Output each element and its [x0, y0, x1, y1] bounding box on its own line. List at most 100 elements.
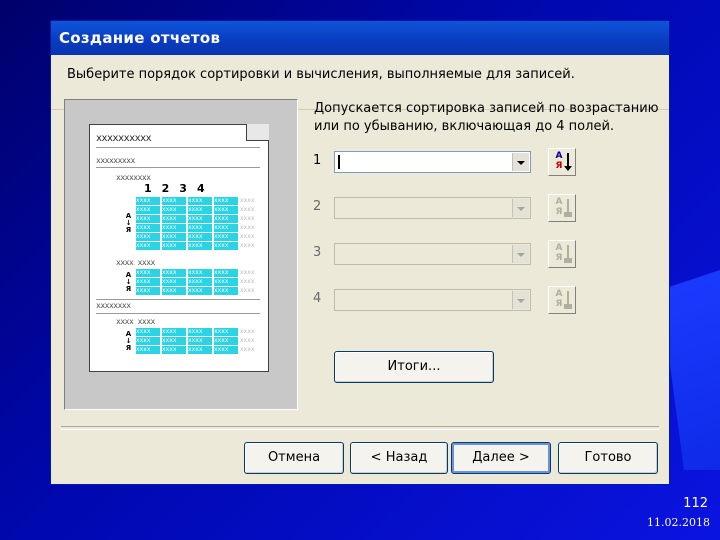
next-button[interactable]: Далее > — [451, 442, 551, 474]
preview-grid-cell: xxxx — [188, 278, 212, 286]
preview-grid-cell: xxxx — [162, 346, 186, 354]
sort-description: Допускается сортировка записей по возрас… — [314, 101, 659, 134]
preview-grid-cell: xxxx — [188, 269, 212, 277]
finish-button[interactable]: Готово — [558, 442, 658, 474]
preview-grid-cell: xxxx — [136, 328, 160, 336]
preview-grid-cell: xxxx — [188, 197, 212, 205]
preview-data-grid: xxxx xxxx xxxx xxxx xxxx xxxx xxxx xxxx xxxx xxxx… — [136, 269, 262, 295]
preview-grid-cell: xxxx — [214, 287, 238, 295]
preview-data-grid: xxxx xxxx xxxx xxxx xxxx xxxx xxxx xxxx xxxx xxxx… — [136, 197, 262, 250]
preview-grid-cell: xxxx — [240, 224, 262, 232]
preview-grid-cell: xxxx — [240, 197, 262, 205]
dropdown-arrow-icon[interactable] — [512, 291, 529, 309]
sort-ascending-icon: АЯ — [555, 243, 563, 263]
preview-data-grid: xxxx xxxx xxxx xxxx xxxx xxxx xxxx xxxx xxxx xxxx… — [136, 328, 262, 354]
preview-grid-cell: xxxx — [136, 224, 160, 232]
slide-date: 11.02.2018 — [647, 516, 710, 529]
preview-grid-cell: xxxx — [240, 278, 262, 286]
preview-grid-cell: xxxx — [162, 337, 186, 345]
preview-grid-cell: xxxx — [188, 346, 212, 354]
preview-grid-cell: xxxx — [162, 215, 186, 223]
dropdown-arrow-icon[interactable] — [512, 153, 529, 171]
preview-grid-cell: xxxx — [188, 224, 212, 232]
arrow-down-icon — [564, 199, 572, 217]
sort-ascending-icon: АЯ — [555, 197, 563, 217]
slide-number: 112 — [683, 496, 708, 511]
preview-grid-cell: xxxx — [162, 287, 186, 295]
preview-grid-cell: xxxx — [188, 206, 212, 214]
page-corner-fold — [246, 124, 269, 141]
cancel-button[interactable]: Отмена — [244, 442, 344, 474]
dropdown-arrow-icon[interactable] — [512, 199, 529, 217]
text-cursor — [338, 155, 340, 169]
preview-grid-cell: xxxx — [240, 242, 262, 250]
preview-grid-cell: xxxx — [136, 242, 160, 250]
sort-field-3-select[interactable] — [334, 243, 531, 265]
preview-grid-cell: xxxx — [188, 242, 212, 250]
preview-grid-cell: xxxx — [240, 215, 262, 223]
preview-grid-cell: xxxx — [162, 328, 186, 336]
preview-subgroup-2: xxxx xxxx — [116, 258, 155, 267]
sort-order-toggle-1[interactable]: АЯ — [548, 148, 576, 176]
preview-grid-cell: xxxx — [240, 269, 262, 277]
sort-field-2-select[interactable] — [334, 197, 531, 219]
report-preview-panel: xxxxxxxxxx xxxxxxxxx xxxxxxxx 1234 А ↓ Я x… — [64, 99, 298, 410]
sort-field-number-2: 2 — [313, 199, 322, 214]
preview-grid-cell: xxxx — [188, 337, 212, 345]
sort-order-toggle-4[interactable]: АЯ — [548, 286, 576, 314]
preview-grid-cell: xxxx — [214, 224, 238, 232]
dropdown-arrow-icon[interactable] — [512, 245, 529, 263]
preview-grid-cell: xxxx — [240, 206, 262, 214]
sort-ascending-icon: АЯ — [555, 289, 563, 309]
preview-grid-cell: xxxx — [214, 215, 238, 223]
sort-az-icon: А ↓ Я — [125, 271, 132, 293]
arrow-down-icon — [564, 291, 572, 309]
preview-grid-cell: xxxx — [162, 206, 186, 214]
preview-grid-cell: xxxx — [214, 278, 238, 286]
preview-divider — [96, 299, 260, 300]
preview-grid-cell: xxxx — [136, 206, 160, 214]
preview-grid-cell: xxxx — [162, 269, 186, 277]
sort-order-toggle-2[interactable]: АЯ — [548, 194, 576, 222]
preview-grid-cell: xxxx — [136, 287, 160, 295]
preview-grid-cell: xxxx — [214, 242, 238, 250]
preview-subgroup-3: xxxx xxxx — [116, 317, 155, 326]
arrow-down-icon — [564, 245, 572, 263]
preview-grid-cell: xxxx — [136, 233, 160, 241]
preview-grid-cell: xxxx — [136, 197, 160, 205]
preview-divider — [96, 313, 260, 314]
sort-field-1-select[interactable] — [334, 151, 531, 173]
preview-grid-cell: xxxx — [162, 278, 186, 286]
preview-subgroup-1: xxxxxxxx — [116, 173, 151, 182]
preview-grid-cell: xxxx — [136, 269, 160, 277]
preview-grid-cell: xxxx — [188, 215, 212, 223]
sort-field-number-1: 1 — [313, 153, 322, 168]
preview-grid-cell: xxxx — [214, 206, 238, 214]
instruction-text: Выберите порядок сортировки и вычисления… — [67, 67, 575, 82]
preview-grid-cell: xxxx — [214, 197, 238, 205]
preview-grid-cell: xxxx — [188, 328, 212, 336]
preview-group-1: xxxxxxxxx — [96, 156, 135, 165]
preview-grid-cell: xxxx — [188, 287, 212, 295]
preview-grid-cell: xxxx — [214, 346, 238, 354]
preview-grid-cell: xxxx — [136, 215, 160, 223]
sort-order-toggle-3[interactable]: АЯ — [548, 240, 576, 268]
preview-grid-cell: xxxx — [214, 269, 238, 277]
report-preview-page: xxxxxxxxxx xxxxxxxxx xxxxxxxx 1234 А ↓ Я x… — [89, 124, 269, 372]
preview-grid-cell: xxxx — [188, 233, 212, 241]
preview-grid-cell: xxxx — [162, 233, 186, 241]
summary-button[interactable]: Итоги... — [334, 351, 494, 383]
sort-az-icon: А ↓ Я — [125, 330, 132, 352]
back-button[interactable]: < Назад — [350, 442, 448, 474]
preview-grid-cell: xxxx — [214, 337, 238, 345]
preview-grid-cell: xxxx — [162, 224, 186, 232]
preview-grid-cell: xxxx — [136, 278, 160, 286]
preview-column-numbers: 1234 — [144, 182, 215, 195]
sort-field-4-select[interactable] — [334, 289, 531, 311]
preview-grid-cell: xxxx — [214, 233, 238, 241]
report-wizard-dialog: Создание отчетов Выберите порядок сортир… — [50, 20, 670, 485]
arrow-down-icon — [564, 153, 572, 171]
preview-grid-cell: xxxx — [162, 197, 186, 205]
preview-grid-cell: xxxx — [240, 328, 262, 336]
preview-grid-cell: xxxx — [240, 346, 262, 354]
